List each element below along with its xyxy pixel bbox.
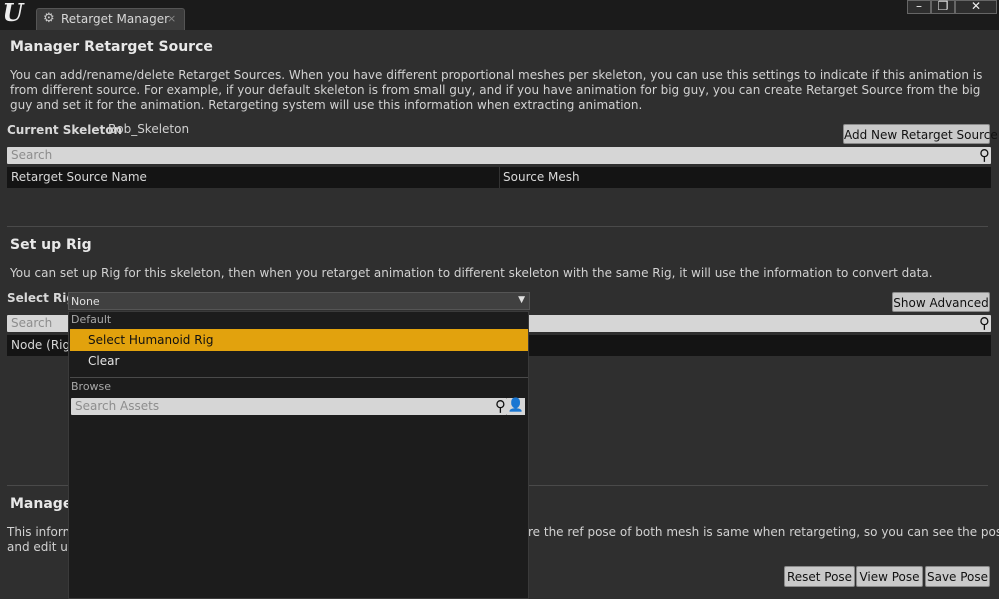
section-divider: [7, 226, 988, 227]
retarget-source-table-header: Retarget Source Name Source Mesh: [7, 167, 991, 188]
gear-icon: ⚙: [43, 11, 55, 26]
select-rig-dropdown[interactable]: None ▼: [68, 292, 530, 310]
setup-rig-title: Set up Rig: [10, 237, 92, 253]
save-pose-button[interactable]: Save Pose: [925, 566, 990, 587]
manage-pose-description-left-2: and edit us: [7, 540, 75, 554]
chevron-down-icon: ▼: [518, 295, 525, 305]
column-node-rig[interactable]: Node (Rig): [11, 338, 75, 352]
retarget-source-description: You can add/rename/delete Retarget Sourc…: [10, 68, 983, 112]
user-icon[interactable]: 👤: [507, 398, 525, 415]
column-divider: [499, 167, 500, 188]
column-retarget-source-name[interactable]: Retarget Source Name: [11, 170, 147, 184]
unreal-logo-icon: U: [2, 0, 24, 27]
dropdown-default-header: Default: [71, 313, 112, 326]
manage-pose-description-left-1: This inform: [7, 525, 75, 539]
search-icon: ⚲: [979, 314, 990, 332]
select-rig-menu: Default Select Humanoid Rig Clear Browse…: [68, 311, 529, 599]
column-source-mesh[interactable]: Source Mesh: [503, 170, 580, 184]
select-rig-value: None: [71, 295, 100, 308]
minimize-button[interactable]: –: [907, 0, 931, 14]
show-advanced-button[interactable]: Show Advanced: [892, 292, 990, 312]
menu-separator: [70, 377, 528, 378]
search-placeholder: Search Assets: [75, 399, 160, 413]
search-icon: ⚲: [495, 397, 506, 415]
menu-item-select-humanoid-rig[interactable]: Select Humanoid Rig: [70, 329, 528, 351]
reset-pose-button[interactable]: Reset Pose: [784, 566, 855, 587]
current-skeleton-label: Current Skeleton: [7, 123, 122, 137]
search-icon: ⚲: [979, 146, 990, 164]
tab-label: Retarget Manager: [61, 12, 170, 26]
retarget-source-title: Manager Retarget Source: [10, 39, 213, 55]
tab-close-icon[interactable]: ×: [167, 12, 176, 25]
maximize-button[interactable]: ❐: [931, 0, 955, 14]
select-rig-label: Select Rig: [7, 291, 76, 305]
dropdown-browse-header: Browse: [71, 380, 112, 393]
search-placeholder: Search: [11, 316, 53, 330]
manage-pose-description-right: re the ref pose of both mesh is same whe…: [528, 525, 999, 539]
tab-retarget-manager[interactable]: ⚙ Retarget Manager ×: [36, 8, 185, 30]
add-new-retarget-source-button[interactable]: Add New Retarget Source: [843, 124, 998, 144]
menu-item-clear[interactable]: Clear: [70, 350, 528, 372]
view-pose-button[interactable]: View Pose: [856, 566, 923, 587]
close-button[interactable]: ✕: [955, 0, 997, 14]
current-skeleton-value: Bob_Skeleton: [108, 122, 190, 136]
title-bar: U ⚙ Retarget Manager × – ❐ ✕: [0, 0, 999, 30]
retarget-source-search-input[interactable]: Search ⚲: [7, 147, 991, 164]
search-placeholder: Search: [11, 148, 53, 162]
manage-pose-title: Manage: [10, 496, 73, 512]
search-assets-input[interactable]: Search Assets ⚲: [71, 398, 507, 415]
setup-rig-description: You can set up Rig for this skeleton, th…: [10, 266, 933, 280]
